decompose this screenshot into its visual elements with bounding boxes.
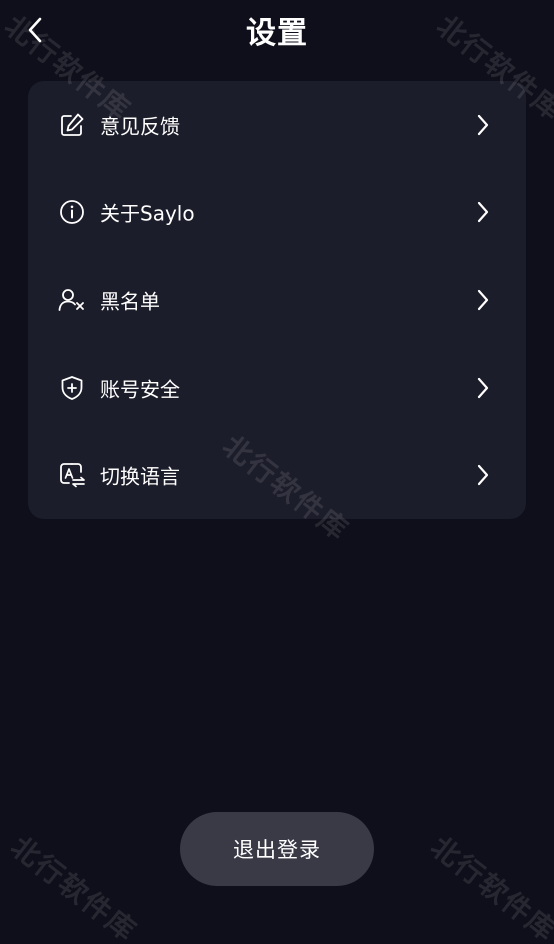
chevron-right-icon <box>474 462 492 488</box>
info-icon <box>58 198 86 226</box>
settings-item-label: 切换语言 <box>100 464 180 489</box>
settings-item-label: 意见反馈 <box>100 114 180 139</box>
settings-item-blacklist[interactable]: 黑名单 <box>28 256 526 344</box>
settings-item-language[interactable]: 切换语言 <box>28 431 526 519</box>
settings-item-label: 黑名单 <box>100 289 160 314</box>
logout-button[interactable]: 退出登录 <box>180 812 374 886</box>
settings-screen: 设置 意见反馈 关于Saylo 黑名单 账号安全 切换语言 退出登录 北行软件库… <box>0 0 554 944</box>
user-block-icon <box>58 286 86 314</box>
header: 设置 <box>0 0 554 60</box>
settings-item-feedback[interactable]: 意见反馈 <box>28 81 526 169</box>
page-title: 设置 <box>246 16 308 51</box>
settings-item-about[interactable]: 关于Saylo <box>28 169 526 257</box>
settings-item-account-security[interactable]: 账号安全 <box>28 344 526 432</box>
shield-plus-icon <box>58 374 86 402</box>
watermark: 北行软件库 <box>424 829 554 944</box>
edit-icon <box>58 111 86 139</box>
chevron-right-icon <box>474 375 492 401</box>
chevron-right-icon <box>474 199 492 225</box>
chevron-right-icon <box>474 287 492 313</box>
chevron-right-icon <box>474 112 492 138</box>
settings-item-label: 关于Saylo <box>100 201 195 226</box>
translate-icon <box>58 461 86 489</box>
settings-card: 意见反馈 关于Saylo 黑名单 账号安全 切换语言 <box>28 81 526 519</box>
settings-item-label: 账号安全 <box>100 377 180 402</box>
watermark: 北行软件库 <box>4 829 144 944</box>
